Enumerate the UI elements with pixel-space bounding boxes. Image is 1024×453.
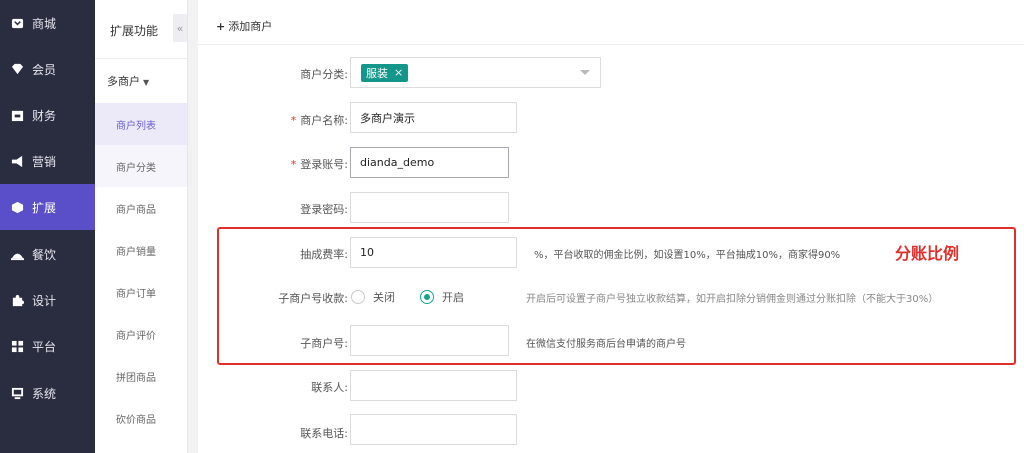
plus-icon: +	[216, 20, 226, 33]
nav-item-marketing[interactable]: 营销	[0, 138, 95, 184]
subnav-item-merchant-category[interactable]: 商户分类	[95, 145, 187, 187]
radio-on[interactable]: 开启	[420, 289, 464, 305]
close-icon[interactable]: ×	[394, 66, 403, 79]
phone-label: 联系电话:	[300, 427, 348, 440]
submerchant-number-input[interactable]	[350, 325, 509, 356]
required-mark: *	[290, 158, 297, 171]
nav-label: 会员	[32, 62, 57, 77]
merchant-name-label: * 商户名称:	[198, 112, 348, 128]
category-tag: 服装 ×	[361, 63, 409, 82]
nav-item-dining[interactable]: 餐饮	[0, 231, 95, 277]
nav-item-shop[interactable]: 商城	[0, 0, 95, 46]
subnav-item-bargain-goods[interactable]: 砍价商品	[95, 397, 187, 439]
header-divider	[198, 44, 1024, 45]
subnav-item-merchant-sales[interactable]: 商户销量	[95, 229, 187, 271]
cube-icon	[10, 200, 24, 214]
main-sidebar: 商城 会员 财务 营销 扩展 餐饮 设计 平台 系统	[0, 0, 95, 453]
megaphone-icon	[10, 154, 24, 168]
radio-off-label: 关闭	[373, 291, 395, 304]
subnav-item-merchant-reviews[interactable]: 商户评价	[95, 313, 187, 355]
merchant-name-label-text: 商户名称:	[300, 114, 348, 127]
nav-label: 餐饮	[32, 247, 57, 262]
login-password-input[interactable]	[350, 192, 509, 223]
login-account-input[interactable]: dianda_demo	[350, 147, 509, 178]
radio-circle-checked	[420, 290, 434, 304]
nav-label: 财务	[32, 108, 57, 123]
chevron-down-icon	[580, 70, 590, 75]
phone-input[interactable]	[350, 414, 517, 445]
contact-label: 联系人:	[311, 381, 348, 394]
submerchant-number-hint: 在微信支付服务商后台申请的商户号	[526, 339, 686, 350]
nav-label: 设计	[32, 293, 57, 308]
required-mark: *	[290, 114, 297, 127]
header-title: 添加商户	[228, 20, 273, 33]
subnav-item-merchant-orders[interactable]: 商户订单	[95, 271, 187, 313]
login-password-label: 登录密码:	[300, 203, 348, 216]
login-account-label: * 登录账号:	[198, 156, 348, 172]
subnav-divider	[95, 58, 187, 59]
main-panel: + 添加商户 商户分类: 服装 × * 商户名称: 多商户演示 * 登录账号: dian…	[198, 0, 1024, 453]
category-tag-label: 服装	[366, 66, 388, 80]
submerchant-collect-hint: 开启后可设置子商户号独立收款结算，如开启扣除分销佣金则通过分账扣除（不能大于30…	[526, 294, 939, 305]
nav-label: 系统	[32, 386, 57, 401]
subnav-title: 扩展功能	[110, 24, 159, 38]
sub-sidebar: 扩展功能 « 多商户 ▼ 商户列表 商户分类 商户商品 商户销量 商户订单 商户评…	[95, 0, 188, 453]
grid-icon	[10, 339, 24, 353]
nav-item-system[interactable]: 系统	[0, 370, 95, 416]
subnav-item-merchant-goods[interactable]: 商户商品	[95, 187, 187, 229]
merchant-name-input[interactable]: 多商户演示	[350, 102, 517, 133]
login-account-label-text: 登录账号:	[300, 158, 348, 171]
finance-icon	[10, 108, 24, 122]
submerchant-collect-label: 子商户号收款:	[278, 292, 348, 305]
commission-rate-input[interactable]: 10	[350, 237, 517, 268]
commission-rate-label: 抽成费率:	[300, 248, 348, 261]
shop-icon	[10, 16, 24, 30]
caret-down-icon: ▼	[143, 78, 150, 87]
nav-item-member[interactable]: 会员	[0, 46, 95, 92]
nav-label: 营销	[32, 154, 57, 169]
nav-item-finance[interactable]: 财务	[0, 92, 95, 138]
submerchant-number-label: 子商户号:	[300, 337, 348, 350]
nav-label: 扩展	[32, 200, 57, 215]
nav-item-design[interactable]: 设计	[0, 277, 95, 323]
subnav-item-group-buy-goods[interactable]: 拼团商品	[95, 355, 187, 397]
nav-label: 商城	[32, 16, 57, 31]
collapse-icon[interactable]: «	[173, 14, 187, 42]
contact-input[interactable]	[350, 370, 517, 401]
nav-label: 平台	[32, 339, 57, 354]
radio-on-label: 开启	[442, 291, 464, 304]
category-label: 商户分类:	[300, 68, 348, 81]
member-icon	[10, 62, 24, 76]
split-ratio-annotation: 分账比例	[895, 244, 960, 263]
subnav-group-label: 多商户	[107, 75, 140, 88]
category-select[interactable]: 服装 ×	[350, 57, 601, 88]
commission-rate-hint: %，平台收取的佣金比例，如设置10%，平台抽成10%，商家得90%	[534, 250, 841, 261]
subnav-group-multi-merchant[interactable]: 多商户 ▼	[107, 73, 149, 89]
nav-item-platform[interactable]: 平台	[0, 323, 95, 369]
radio-off[interactable]: 关闭	[351, 289, 395, 305]
puzzle-icon	[10, 293, 24, 307]
nav-item-extend[interactable]: 扩展	[0, 184, 95, 230]
add-merchant-header: + 添加商户	[216, 18, 272, 34]
dining-icon	[10, 247, 24, 261]
radio-circle	[351, 290, 365, 304]
subnav-item-merchant-list[interactable]: 商户列表	[95, 103, 187, 145]
system-icon	[10, 386, 24, 400]
